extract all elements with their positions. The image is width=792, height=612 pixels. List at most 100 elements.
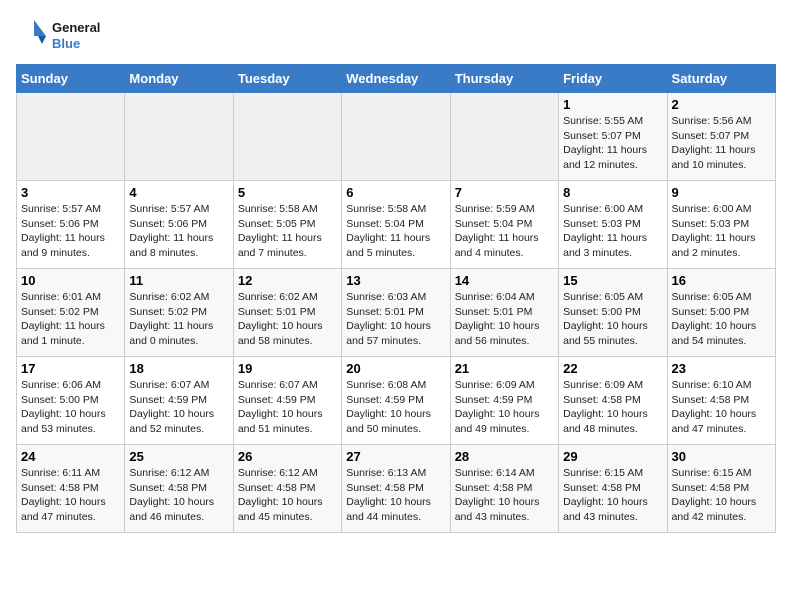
weekday-header-saturday: Saturday bbox=[667, 65, 775, 93]
day-info: Sunrise: 6:02 AMSunset: 5:02 PMDaylight:… bbox=[129, 290, 228, 349]
day-info: Sunrise: 6:03 AMSunset: 5:01 PMDaylight:… bbox=[346, 290, 445, 349]
day-number: 23 bbox=[672, 361, 771, 376]
day-info: Sunrise: 6:06 AMSunset: 5:00 PMDaylight:… bbox=[21, 378, 120, 437]
day-number: 30 bbox=[672, 449, 771, 464]
calendar-cell: 27 Sunrise: 6:13 AMSunset: 4:58 PMDayligh… bbox=[342, 445, 450, 533]
calendar-cell: 11 Sunrise: 6:02 AMSunset: 5:02 PMDayligh… bbox=[125, 269, 233, 357]
calendar-cell: 18 Sunrise: 6:07 AMSunset: 4:59 PMDayligh… bbox=[125, 357, 233, 445]
weekday-header-friday: Friday bbox=[559, 65, 667, 93]
day-number: 26 bbox=[238, 449, 337, 464]
logo-blue-text: Blue bbox=[52, 36, 100, 52]
day-info: Sunrise: 6:01 AMSunset: 5:02 PMDaylight:… bbox=[21, 290, 120, 349]
day-number: 10 bbox=[21, 273, 120, 288]
day-number: 11 bbox=[129, 273, 228, 288]
day-number: 17 bbox=[21, 361, 120, 376]
calendar-cell: 4 Sunrise: 5:57 AMSunset: 5:06 PMDaylight… bbox=[125, 181, 233, 269]
calendar-cell: 14 Sunrise: 6:04 AMSunset: 5:01 PMDayligh… bbox=[450, 269, 558, 357]
day-number: 20 bbox=[346, 361, 445, 376]
day-number: 15 bbox=[563, 273, 662, 288]
day-number: 6 bbox=[346, 185, 445, 200]
logo: General Blue bbox=[16, 16, 100, 56]
calendar-cell: 2 Sunrise: 5:56 AMSunset: 5:07 PMDaylight… bbox=[667, 93, 775, 181]
calendar-cell bbox=[450, 93, 558, 181]
calendar-cell bbox=[17, 93, 125, 181]
day-info: Sunrise: 6:11 AMSunset: 4:58 PMDaylight:… bbox=[21, 466, 120, 525]
day-number: 3 bbox=[21, 185, 120, 200]
day-number: 25 bbox=[129, 449, 228, 464]
day-info: Sunrise: 6:13 AMSunset: 4:58 PMDaylight:… bbox=[346, 466, 445, 525]
calendar-week-row: 17 Sunrise: 6:06 AMSunset: 5:00 PMDayligh… bbox=[17, 357, 776, 445]
day-info: Sunrise: 5:56 AMSunset: 5:07 PMDaylight:… bbox=[672, 114, 771, 173]
weekday-header-monday: Monday bbox=[125, 65, 233, 93]
calendar-cell bbox=[233, 93, 341, 181]
day-info: Sunrise: 6:10 AMSunset: 4:58 PMDaylight:… bbox=[672, 378, 771, 437]
weekday-header-row: SundayMondayTuesdayWednesdayThursdayFrid… bbox=[17, 65, 776, 93]
day-info: Sunrise: 6:09 AMSunset: 4:58 PMDaylight:… bbox=[563, 378, 662, 437]
day-number: 22 bbox=[563, 361, 662, 376]
calendar-cell: 29Sunrise: 6:15 AMSunset: 4:58 PMDayligh… bbox=[559, 445, 667, 533]
header: General Blue bbox=[16, 16, 776, 56]
day-number: 5 bbox=[238, 185, 337, 200]
day-info: Sunrise: 6:02 AMSunset: 5:01 PMDaylight:… bbox=[238, 290, 337, 349]
calendar-cell: 9 Sunrise: 6:00 AMSunset: 5:03 PMDaylight… bbox=[667, 181, 775, 269]
day-number: 14 bbox=[455, 273, 554, 288]
day-number: 8 bbox=[563, 185, 662, 200]
day-info: Sunrise: 6:04 AMSunset: 5:01 PMDaylight:… bbox=[455, 290, 554, 349]
day-number: 12 bbox=[238, 273, 337, 288]
logo-general-text: General bbox=[52, 20, 100, 36]
day-info: Sunrise: 5:58 AMSunset: 5:04 PMDaylight:… bbox=[346, 202, 445, 261]
calendar-cell: 19Sunrise: 6:07 AMSunset: 4:59 PMDayligh… bbox=[233, 357, 341, 445]
day-info: Sunrise: 6:07 AMSunset: 4:59 PMDaylight:… bbox=[129, 378, 228, 437]
day-info: Sunrise: 6:12 AMSunset: 4:58 PMDaylight:… bbox=[238, 466, 337, 525]
day-info: Sunrise: 6:00 AMSunset: 5:03 PMDaylight:… bbox=[672, 202, 771, 261]
calendar-cell: 23 Sunrise: 6:10 AMSunset: 4:58 PMDayligh… bbox=[667, 357, 775, 445]
day-number: 18 bbox=[129, 361, 228, 376]
day-number: 21 bbox=[455, 361, 554, 376]
day-info: Sunrise: 6:14 AMSunset: 4:58 PMDaylight:… bbox=[455, 466, 554, 525]
day-number: 27 bbox=[346, 449, 445, 464]
day-number: 1 bbox=[563, 97, 662, 112]
day-number: 4 bbox=[129, 185, 228, 200]
calendar-cell: 6 Sunrise: 5:58 AMSunset: 5:04 PMDaylight… bbox=[342, 181, 450, 269]
day-info: Sunrise: 5:59 AMSunset: 5:04 PMDaylight:… bbox=[455, 202, 554, 261]
day-number: 2 bbox=[672, 97, 771, 112]
calendar-week-row: 10 Sunrise: 6:01 AMSunset: 5:02 PMDayligh… bbox=[17, 269, 776, 357]
calendar-cell: 16 Sunrise: 6:05 AMSunset: 5:00 PMDayligh… bbox=[667, 269, 775, 357]
day-info: Sunrise: 6:12 AMSunset: 4:58 PMDaylight:… bbox=[129, 466, 228, 525]
calendar-cell: 21 Sunrise: 6:09 AMSunset: 4:59 PMDayligh… bbox=[450, 357, 558, 445]
calendar-cell: 5Sunrise: 5:58 AMSunset: 5:05 PMDaylight… bbox=[233, 181, 341, 269]
day-number: 9 bbox=[672, 185, 771, 200]
calendar-cell bbox=[342, 93, 450, 181]
calendar-cell: 30 Sunrise: 6:15 AMSunset: 4:58 PMDayligh… bbox=[667, 445, 775, 533]
calendar-cell: 13 Sunrise: 6:03 AMSunset: 5:01 PMDayligh… bbox=[342, 269, 450, 357]
day-info: Sunrise: 6:09 AMSunset: 4:59 PMDaylight:… bbox=[455, 378, 554, 437]
calendar-cell: 20 Sunrise: 6:08 AMSunset: 4:59 PMDayligh… bbox=[342, 357, 450, 445]
day-info: Sunrise: 5:57 AMSunset: 5:06 PMDaylight:… bbox=[21, 202, 120, 261]
calendar-week-row: 3 Sunrise: 5:57 AMSunset: 5:06 PMDaylight… bbox=[17, 181, 776, 269]
day-info: Sunrise: 6:08 AMSunset: 4:59 PMDaylight:… bbox=[346, 378, 445, 437]
calendar-cell: 12 Sunrise: 6:02 AMSunset: 5:01 PMDayligh… bbox=[233, 269, 341, 357]
weekday-header-sunday: Sunday bbox=[17, 65, 125, 93]
day-number: 13 bbox=[346, 273, 445, 288]
day-number: 16 bbox=[672, 273, 771, 288]
calendar-cell bbox=[125, 93, 233, 181]
weekday-header-tuesday: Tuesday bbox=[233, 65, 341, 93]
calendar-cell: 8Sunrise: 6:00 AMSunset: 5:03 PMDaylight… bbox=[559, 181, 667, 269]
day-info: Sunrise: 6:05 AMSunset: 5:00 PMDaylight:… bbox=[672, 290, 771, 349]
weekday-header-wednesday: Wednesday bbox=[342, 65, 450, 93]
calendar-cell: 26 Sunrise: 6:12 AMSunset: 4:58 PMDayligh… bbox=[233, 445, 341, 533]
calendar-cell: 22 Sunrise: 6:09 AMSunset: 4:58 PMDayligh… bbox=[559, 357, 667, 445]
calendar-week-row: 24Sunrise: 6:11 AMSunset: 4:58 PMDayligh… bbox=[17, 445, 776, 533]
day-number: 28 bbox=[455, 449, 554, 464]
day-info: Sunrise: 5:55 AMSunset: 5:07 PMDaylight:… bbox=[563, 114, 662, 173]
calendar-cell: 3 Sunrise: 5:57 AMSunset: 5:06 PMDaylight… bbox=[17, 181, 125, 269]
calendar-cell: 15 Sunrise: 6:05 AMSunset: 5:00 PMDayligh… bbox=[559, 269, 667, 357]
calendar-cell: 24Sunrise: 6:11 AMSunset: 4:58 PMDayligh… bbox=[17, 445, 125, 533]
weekday-header-thursday: Thursday bbox=[450, 65, 558, 93]
day-info: Sunrise: 6:15 AMSunset: 4:58 PMDaylight:… bbox=[672, 466, 771, 525]
day-info: Sunrise: 6:07 AMSunset: 4:59 PMDaylight:… bbox=[238, 378, 337, 437]
calendar-cell: 7Sunrise: 5:59 AMSunset: 5:04 PMDaylight… bbox=[450, 181, 558, 269]
day-info: Sunrise: 6:05 AMSunset: 5:00 PMDaylight:… bbox=[563, 290, 662, 349]
day-info: Sunrise: 5:57 AMSunset: 5:06 PMDaylight:… bbox=[129, 202, 228, 261]
calendar-cell: 28 Sunrise: 6:14 AMSunset: 4:58 PMDayligh… bbox=[450, 445, 558, 533]
